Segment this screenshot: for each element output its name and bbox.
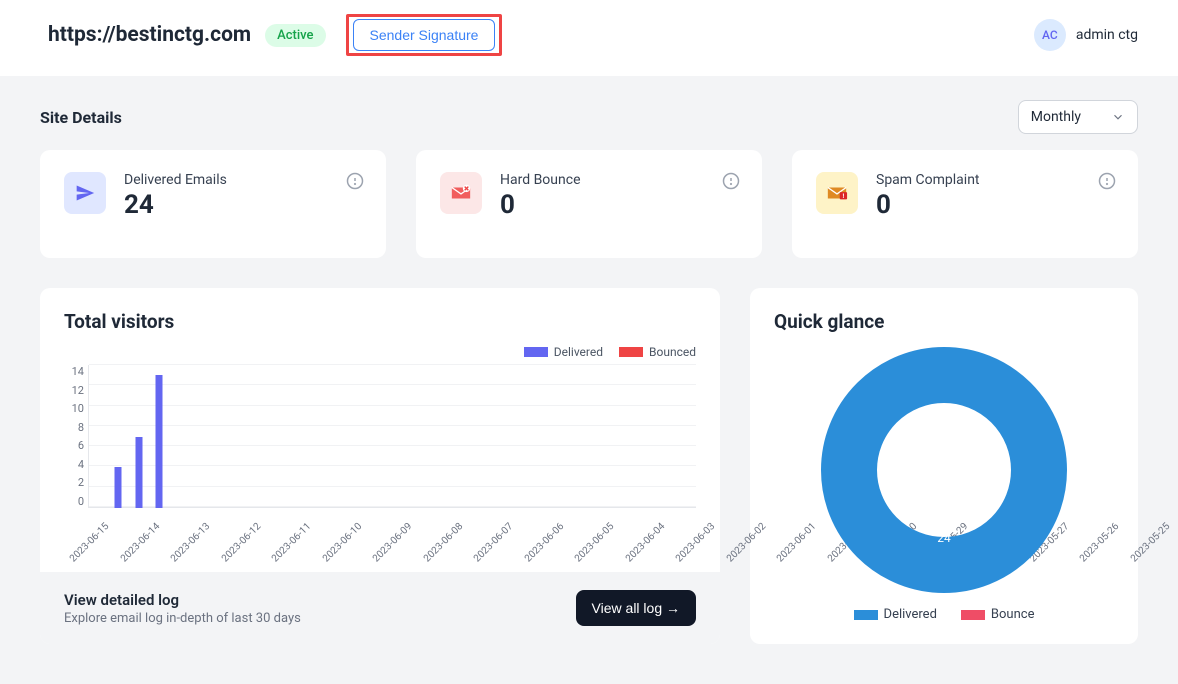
bar-slot: [392, 365, 412, 508]
bar-slot: [351, 365, 371, 508]
bar-slot: [595, 365, 615, 508]
highlight-box: Sender Signature: [346, 14, 503, 56]
card-value: 0: [500, 190, 581, 220]
donut-legend: Delivered Bounce: [854, 607, 1035, 622]
bar-slot: [169, 365, 189, 508]
svg-text:!: !: [843, 192, 845, 200]
bar-slot: [189, 365, 209, 508]
page-body: Site Details Monthly Delivered Emails 24…: [0, 76, 1178, 684]
bar-slot: [88, 365, 108, 508]
bar-slot: [453, 365, 473, 508]
paper-plane-icon: [64, 172, 106, 214]
card-value: 24: [124, 190, 227, 220]
bar-chart: 14121086420 2023-06-152023-06-142023-06-…: [64, 365, 696, 570]
site-url: https://bestinctg.com: [48, 23, 251, 47]
legend-label: Delivered: [554, 345, 603, 359]
period-select-value: Monthly: [1031, 109, 1081, 125]
avatar: AC: [1034, 19, 1066, 51]
bar-slot: [250, 365, 270, 508]
bar-slot: [270, 365, 290, 508]
panels-row: Total visitors Delivered Bounced 1412108…: [40, 288, 1138, 644]
bar-slot: [635, 365, 655, 508]
legend-swatch-delivered: [854, 610, 878, 620]
donut-chart: 24: [819, 345, 1069, 595]
sender-signature-button[interactable]: Sender Signature: [353, 19, 496, 51]
panel-title: Quick glance: [774, 310, 1114, 333]
legend-label: Bounce: [991, 607, 1035, 622]
bar-slot: [108, 365, 128, 508]
section-header: Site Details Monthly: [40, 100, 1138, 134]
bar-slot: [331, 365, 351, 508]
bar-chart-legend: Delivered Bounced: [64, 345, 696, 359]
panel-title: Total visitors: [64, 310, 696, 333]
legend-swatch-delivered: [524, 347, 548, 357]
bounce-envelope-icon: [440, 172, 482, 214]
bar-slot: [574, 365, 594, 508]
card-value: 0: [876, 190, 980, 220]
donut-center-label: 24: [937, 531, 951, 545]
user-name-label: admin ctg: [1076, 27, 1138, 43]
bar-delivered: [135, 437, 142, 509]
bar-slot: [433, 365, 453, 508]
bar-delivered: [155, 375, 162, 508]
bar-slot: [676, 365, 696, 508]
card-hard-bounce: Hard Bounce 0: [416, 150, 762, 258]
card-label: Delivered Emails: [124, 172, 227, 188]
card-label: Spam Complaint: [876, 172, 980, 188]
bar-slot: [473, 365, 493, 508]
info-icon[interactable]: [346, 172, 364, 190]
bar-slot: [230, 365, 250, 508]
bar-delivered: [115, 467, 122, 508]
button-label: View all log →: [592, 600, 680, 616]
stat-cards-row: Delivered Emails 24 Hard Bounce 0 ! Spam…: [40, 150, 1138, 258]
footer-subtitle: Explore email log in-depth of last 30 da…: [64, 611, 301, 626]
bar-slot: [291, 365, 311, 508]
bar-slot: [615, 365, 635, 508]
header-user[interactable]: AC admin ctg: [1034, 19, 1138, 51]
section-title: Site Details: [40, 108, 122, 127]
card-label: Hard Bounce: [500, 172, 581, 188]
legend-label: Delivered: [884, 607, 937, 622]
status-badge: Active: [265, 24, 325, 47]
bar-slot: [149, 365, 169, 508]
info-icon[interactable]: [1098, 172, 1116, 190]
bar-slot: [493, 365, 513, 508]
bar-slot: [412, 365, 432, 508]
info-icon[interactable]: [722, 172, 740, 190]
legend-swatch-bounced: [619, 347, 643, 357]
period-select[interactable]: Monthly: [1018, 100, 1138, 134]
chevron-down-icon: [1111, 110, 1125, 124]
bar-slot: [129, 365, 149, 508]
bar-slot: [655, 365, 675, 508]
bar-slot: [514, 365, 534, 508]
legend-swatch-bounce: [961, 610, 985, 620]
card-spam: ! Spam Complaint 0: [792, 150, 1138, 258]
legend-label: Bounced: [649, 345, 696, 359]
bar-slot: [210, 365, 230, 508]
header-bar: https://bestinctg.com Active Sender Sign…: [0, 0, 1178, 76]
panel-total-visitors: Total visitors Delivered Bounced 1412108…: [40, 288, 720, 644]
bar-slot: [534, 365, 554, 508]
spam-envelope-icon: !: [816, 172, 858, 214]
bar-slot: [372, 365, 392, 508]
card-delivered: Delivered Emails 24: [40, 150, 386, 258]
bar-slot: [554, 365, 574, 508]
view-all-log-button[interactable]: View all log →: [576, 590, 696, 626]
bar-slot: [311, 365, 331, 508]
